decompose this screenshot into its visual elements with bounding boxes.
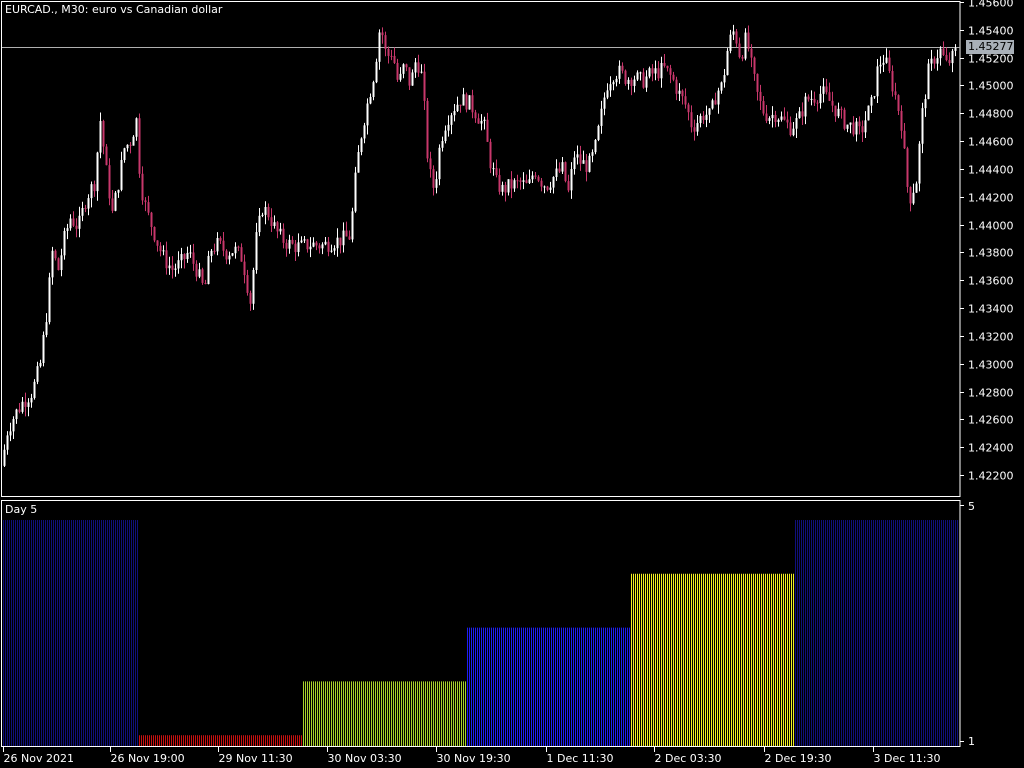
indicator-frame: [1, 500, 961, 747]
day-bar: [631, 573, 794, 746]
day-bar: [795, 520, 958, 746]
day-indicator-chart[interactable]: 51: [0, 0, 1024, 768]
indicator-title: Day 5: [5, 503, 38, 516]
day-bar: [467, 627, 630, 746]
day-bar: [139, 735, 302, 746]
day-bar: [303, 681, 466, 746]
indicator-scale-min: 1: [968, 735, 975, 748]
day-bar: [3, 520, 138, 746]
indicator-scale-max: 5: [968, 500, 975, 513]
